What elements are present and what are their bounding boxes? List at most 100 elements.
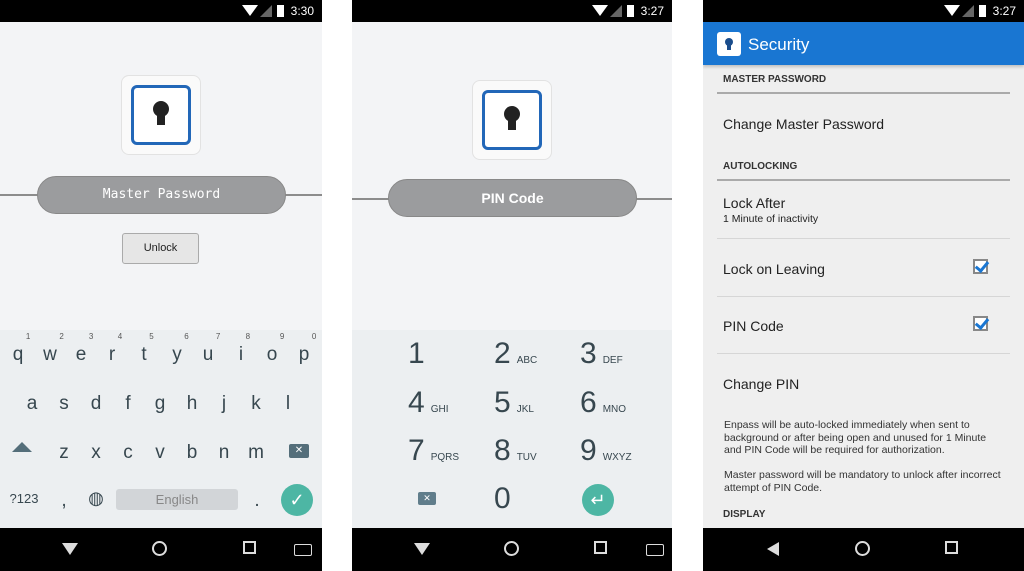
keyboard-icon[interactable] bbox=[294, 544, 312, 556]
key-s[interactable]: s bbox=[59, 393, 69, 415]
key-label: n bbox=[218, 442, 230, 463]
key-label: l bbox=[285, 393, 291, 414]
keypad-key-4[interactable]: 4 GHI bbox=[408, 386, 448, 420]
key-label: w bbox=[43, 344, 57, 365]
divider bbox=[717, 92, 1010, 94]
backspace-key[interactable]: ✕ bbox=[418, 492, 436, 505]
master-password-note: Master password will be mandatory to unl… bbox=[724, 469, 1001, 494]
status-time: 3:30 bbox=[290, 4, 314, 18]
recents-icon[interactable] bbox=[945, 541, 958, 554]
divider bbox=[717, 296, 1010, 297]
key-x[interactable]: x bbox=[91, 442, 101, 464]
lock-after-label: Lock After bbox=[723, 195, 786, 211]
keypad-key-3[interactable]: 3 DEF bbox=[580, 337, 623, 371]
numeric-keypad: ✕ ↵ 1 2 ABC 3 DEF 4 GHI 5 JKL 6 MNO 7 PQRS 8 TUV 9 WXYZ 0 bbox=[352, 330, 672, 528]
wifi-icon bbox=[592, 5, 608, 16]
key-hint: 8 bbox=[245, 332, 251, 341]
key-r[interactable]: r4 bbox=[109, 332, 122, 366]
pin-code-checkbox[interactable] bbox=[973, 316, 988, 331]
keypad-key-1[interactable]: 1 bbox=[408, 337, 431, 371]
enter-key[interactable]: ↵ bbox=[582, 484, 614, 516]
comma-key[interactable]: , bbox=[61, 490, 66, 512]
shift-key[interactable] bbox=[12, 442, 32, 452]
wifi-icon bbox=[944, 5, 960, 16]
back-icon[interactable] bbox=[62, 543, 78, 562]
key-i[interactable]: i8 bbox=[239, 332, 250, 366]
page-title: Security bbox=[748, 35, 810, 54]
home-icon[interactable] bbox=[504, 541, 519, 556]
key-v[interactable]: v bbox=[155, 442, 165, 464]
keypad-key-0[interactable]: 0 bbox=[494, 482, 517, 516]
lock-on-leaving-checkbox[interactable] bbox=[973, 259, 988, 274]
nav-bar bbox=[0, 528, 322, 571]
back-icon[interactable] bbox=[414, 543, 430, 555]
key-w[interactable]: w2 bbox=[43, 332, 64, 366]
change-pin[interactable]: Change PIN bbox=[723, 376, 799, 392]
pin-code-label: PIN Code bbox=[723, 318, 784, 334]
keyboard-icon[interactable] bbox=[646, 544, 664, 556]
key-f[interactable]: f bbox=[125, 393, 130, 415]
digit: 3 bbox=[580, 337, 597, 370]
key-j[interactable]: j bbox=[222, 393, 226, 415]
divider bbox=[717, 353, 1010, 354]
battery-icon bbox=[979, 5, 986, 17]
pin-code-input[interactable]: PIN Code bbox=[388, 179, 637, 217]
key-z[interactable]: z bbox=[59, 442, 69, 464]
key-label: z bbox=[59, 442, 69, 463]
digit: 4 bbox=[408, 386, 425, 419]
key-a[interactable]: a bbox=[27, 393, 38, 415]
key-e[interactable]: e3 bbox=[76, 332, 94, 366]
status-bar: 3:27 bbox=[352, 0, 672, 22]
app-bar: Security bbox=[703, 22, 1024, 65]
key-q[interactable]: q1 bbox=[13, 332, 31, 366]
digit: 1 bbox=[408, 337, 425, 370]
key-t[interactable]: t5 bbox=[141, 332, 153, 366]
recents-icon[interactable] bbox=[594, 541, 607, 554]
key-b[interactable]: b bbox=[187, 442, 198, 464]
period-key[interactable]: . bbox=[254, 490, 259, 512]
key-d[interactable]: d bbox=[91, 393, 102, 415]
key-p[interactable]: p0 bbox=[299, 332, 317, 366]
key-n[interactable]: n bbox=[219, 442, 230, 464]
divider bbox=[717, 238, 1010, 239]
key-label: f bbox=[125, 393, 131, 414]
signal-icon bbox=[260, 5, 272, 17]
keypad-key-6[interactable]: 6 MNO bbox=[580, 386, 626, 420]
key-m[interactable]: m bbox=[248, 442, 264, 464]
done-key[interactable]: ✓ bbox=[281, 484, 313, 516]
space-bar[interactable]: English bbox=[116, 489, 238, 510]
recents-icon[interactable] bbox=[243, 541, 256, 554]
key-c[interactable]: c bbox=[123, 442, 133, 464]
section-autolocking: AUTOLOCKING bbox=[723, 161, 798, 172]
key-g[interactable]: g bbox=[155, 393, 166, 415]
key-l[interactable]: l bbox=[286, 393, 290, 415]
letters: JKL bbox=[516, 404, 534, 415]
letters: MNO bbox=[602, 404, 627, 415]
key-h[interactable]: h bbox=[187, 393, 198, 415]
nav-bar bbox=[703, 528, 1024, 571]
back-icon[interactable] bbox=[767, 542, 779, 556]
key-u[interactable]: u7 bbox=[203, 332, 221, 366]
home-icon[interactable] bbox=[152, 541, 167, 556]
symbols-key[interactable]: ?123 bbox=[10, 491, 39, 506]
globe-icon[interactable]: ◍ bbox=[88, 488, 104, 509]
key-y[interactable]: y6 bbox=[172, 332, 189, 366]
keypad-key-5[interactable]: 5 JKL bbox=[494, 386, 534, 420]
change-master-password[interactable]: Change Master Password bbox=[723, 116, 884, 132]
keypad-key-9[interactable]: 9 WXYZ bbox=[580, 434, 632, 468]
keypad-key-7[interactable]: 7 PQRS bbox=[408, 434, 459, 468]
key-k[interactable]: k bbox=[251, 393, 261, 415]
master-password-input[interactable]: Master Password bbox=[37, 176, 286, 214]
backspace-key[interactable]: ✕ bbox=[289, 444, 309, 458]
digit: 0 bbox=[494, 482, 511, 515]
home-icon[interactable] bbox=[855, 541, 870, 556]
wifi-icon bbox=[242, 5, 258, 16]
unlock-button[interactable]: Unlock bbox=[122, 233, 199, 264]
key-o[interactable]: o9 bbox=[267, 332, 285, 366]
digit: 8 bbox=[494, 434, 511, 467]
app-logo bbox=[717, 32, 741, 56]
keypad-key-2[interactable]: 2 ABC bbox=[494, 337, 537, 371]
letters: ABC bbox=[516, 355, 538, 366]
keyhole-icon bbox=[504, 106, 520, 130]
keypad-key-8[interactable]: 8 TUV bbox=[494, 434, 537, 468]
